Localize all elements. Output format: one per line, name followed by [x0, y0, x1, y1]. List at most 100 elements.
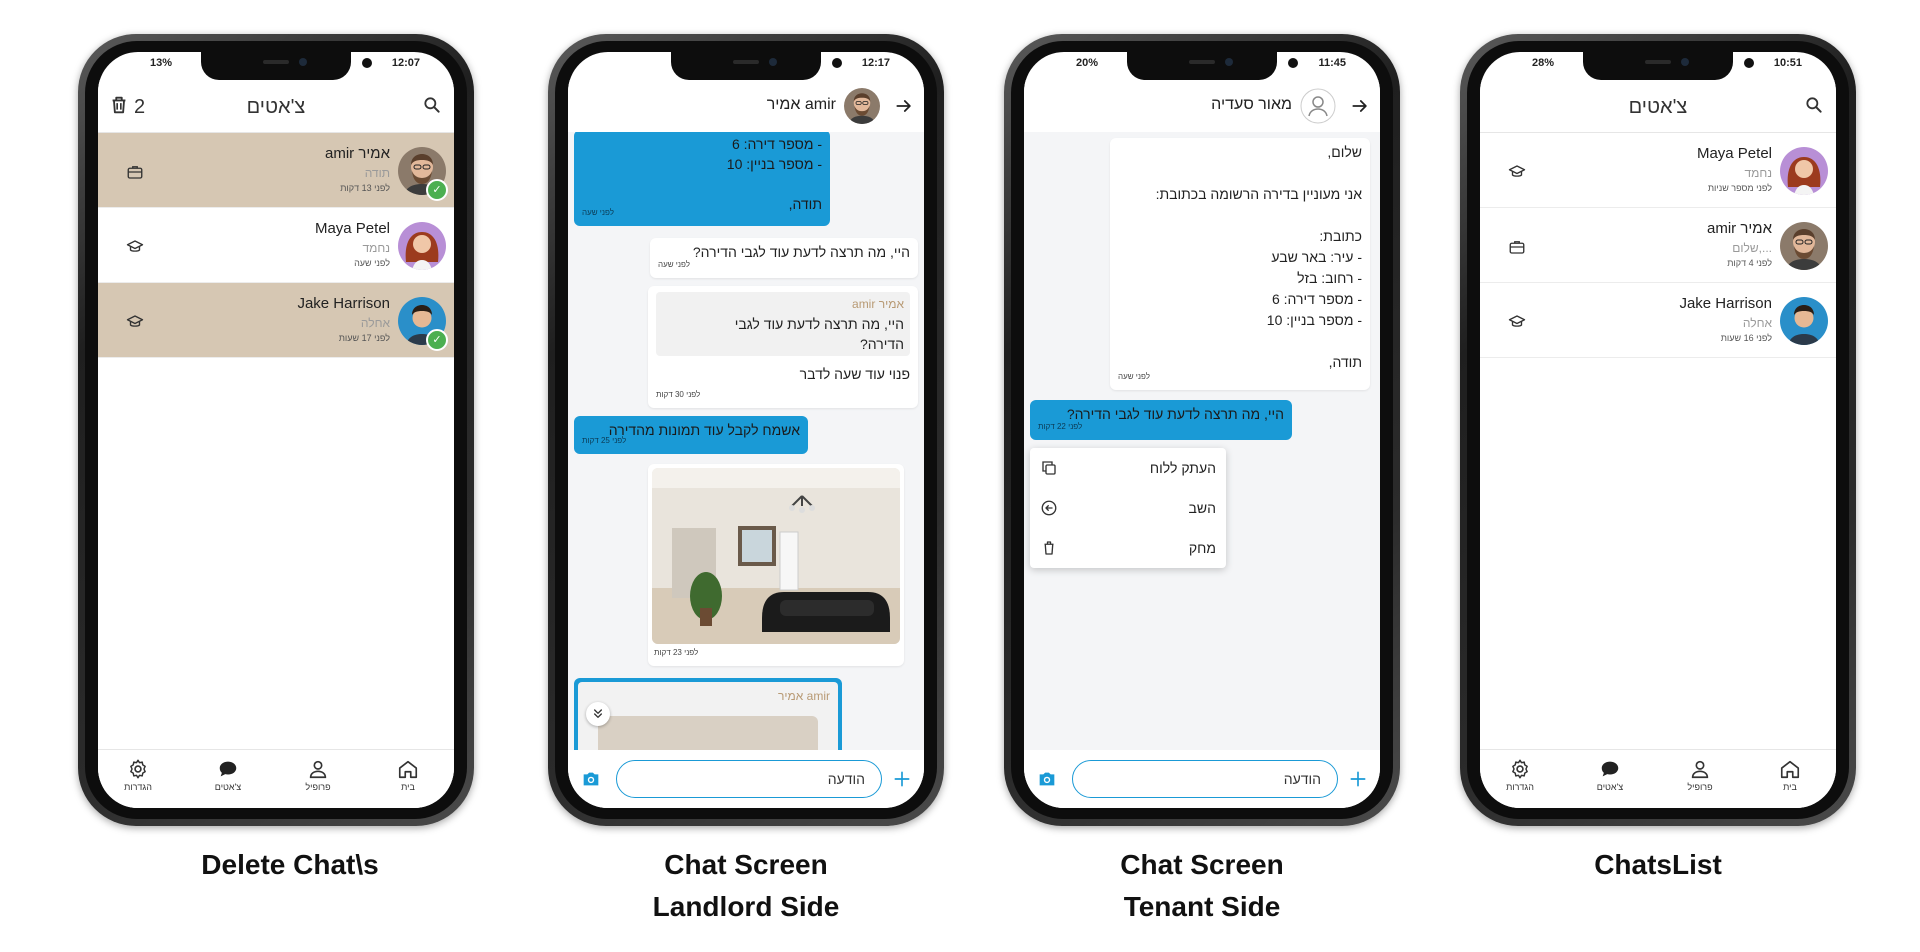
nav-settings[interactable]: הגדרות — [1490, 758, 1550, 792]
chat-name: Maya Petel — [314, 220, 390, 237]
arrow-right-icon[interactable] — [894, 96, 914, 121]
chat-name: amir אמיר — [1707, 220, 1772, 237]
camera-icon[interactable] — [580, 768, 602, 795]
default-avatar-icon[interactable] — [1300, 88, 1336, 124]
nav-chats[interactable]: צ'אטים — [1580, 758, 1640, 792]
caption-landlord: Chat Screen Landlord Side — [606, 844, 886, 928]
chat-name: Jake Harrison — [297, 295, 390, 312]
avatar — [1780, 297, 1828, 345]
chat-row-maya[interactable]: Maya Petel נחמד לפני שעה — [98, 208, 454, 283]
message-bubble[interactable]: אשמח לקבל עוד תמונות מהדירה לפני 25 דקות — [574, 416, 808, 454]
chat-preview: אחלה — [1742, 316, 1772, 330]
phone-frame: 12:17 amir אמיר - מספר דירה: 6 - מספר בנ… — [548, 34, 944, 826]
status-icon — [362, 58, 372, 68]
quoted-message[interactable]: אמיר amir היי, מה תרצה לדעת עוד לגבי הדי… — [656, 292, 910, 356]
chat-time: לפני שעה — [354, 258, 390, 268]
message-time: לפני שעה — [1118, 372, 1150, 381]
graduation-cap-icon — [126, 238, 144, 261]
image-message[interactable]: לפני 23 דקות — [648, 464, 904, 666]
chat-preview: שלום,... — [1732, 241, 1772, 255]
nav-label: פרופיל — [305, 782, 331, 792]
message-time: לפני 22 דקות — [1038, 422, 1083, 431]
chat-row-jake[interactable]: Jake Harrison אחלה לפני 17 שעות ✓ — [98, 283, 454, 358]
chat-row-amir[interactable]: amir אמיר תודה לפני 13 דקות ✓ — [98, 133, 454, 208]
quoted-message[interactable]: amir אמיר — [578, 682, 838, 750]
status-bar: 28% 10:51 — [1480, 52, 1836, 76]
message-input[interactable]: הודעה — [616, 760, 882, 798]
input-placeholder: הודעה — [827, 771, 865, 787]
plus-icon[interactable] — [1348, 769, 1368, 794]
menu-item-copy[interactable]: העתק ללוח — [1030, 448, 1226, 488]
nav-settings[interactable]: הגדרות — [108, 758, 168, 792]
message-bubble[interactable]: אמיר amir היי, מה תרצה לדעת עוד לגבי הדי… — [648, 286, 918, 408]
avatar — [398, 222, 446, 270]
app-bar: 2 צ'אטים — [98, 80, 454, 133]
scroll-down-button[interactable] — [586, 702, 610, 726]
nav-profile[interactable]: פרופיל — [288, 758, 348, 792]
home-icon — [397, 758, 419, 780]
nav-home[interactable]: בית — [378, 758, 438, 792]
message-list[interactable]: - מספר דירה: 6 - מספר בניין: 10 תודה, לפ… — [568, 132, 924, 750]
nav-home[interactable]: בית — [1760, 758, 1820, 792]
avatar — [1780, 222, 1828, 270]
camera-icon[interactable] — [1036, 768, 1058, 795]
apartment-photo[interactable] — [652, 468, 900, 644]
search-icon[interactable] — [422, 95, 442, 120]
nav-label: בית — [401, 782, 415, 792]
message-bubble[interactable]: שלום, אני מעוניין בדירה הרשומה בכתובת: כ… — [1110, 138, 1370, 390]
person-icon — [307, 758, 329, 780]
bottom-nav: הגדרות צ'אטים פרופיל בית — [1480, 749, 1836, 808]
menu-item-reply[interactable]: השב — [1030, 488, 1226, 528]
arrow-right-icon[interactable] — [1350, 96, 1370, 121]
nav-profile[interactable]: פרופיל — [1670, 758, 1730, 792]
briefcase-icon — [126, 163, 144, 186]
status-bar: 12:17 — [568, 52, 924, 76]
avatar[interactable] — [844, 88, 880, 124]
message-text: היי, מה תרצה לדעת עוד לגבי הדירה? — [692, 244, 910, 260]
message-list[interactable]: שלום, אני מעוניין בדירה הרשומה בכתובת: כ… — [1024, 132, 1380, 750]
search-icon[interactable] — [1804, 95, 1824, 120]
chat-partner-name: מאור סעדיה — [1211, 96, 1292, 113]
chat-preview: נחמד — [1744, 166, 1772, 180]
selected-check-icon: ✓ — [426, 179, 448, 201]
message-bubble[interactable]: היי, מה תרצה לדעת עוד לגבי הדירה? לפני ש… — [650, 238, 918, 278]
phone-delete-chats: 13% 12:07 2 צ'אטים amir אמיר תודה לפני 1… — [78, 34, 474, 826]
menu-item-delete[interactable]: מחק — [1030, 528, 1226, 568]
chat-name: Jake Harrison — [1679, 295, 1772, 312]
message-line — [1118, 331, 1362, 352]
page-title: צ'אטים — [1628, 96, 1688, 118]
status-time: 10:51 — [1773, 57, 1802, 69]
nav-label: פרופיל — [1687, 782, 1713, 792]
nav-label: בית — [1783, 782, 1797, 792]
caption-chats-list: ChatsList — [1518, 844, 1798, 886]
chat-row-amir[interactable]: amir אמיר שלום,... לפני 4 דקות — [1480, 208, 1836, 283]
message-input-bar: הודעה — [1024, 750, 1380, 808]
phone-screen: 12:17 amir אמיר - מספר דירה: 6 - מספר בנ… — [568, 52, 924, 808]
nav-label: הגדרות — [124, 782, 152, 792]
phone-frame: 28% 10:51 צ'אטים Maya Petel נחמד לפני מס… — [1460, 34, 1856, 826]
message-input[interactable]: הודעה — [1072, 760, 1338, 798]
message-line — [1118, 205, 1362, 226]
caption-text: Chat Screen — [1120, 849, 1284, 880]
chat-bubble-icon — [216, 758, 240, 780]
message-line: - מספר בניין: 10 — [726, 156, 822, 172]
message-line: - עיר: באר שבע — [1271, 249, 1362, 265]
message-time: לפני שעה — [658, 260, 690, 269]
message-bubble[interactable]: amir אמיר — [574, 678, 842, 750]
message-bubble-selected[interactable]: היי, מה תרצה לדעת עוד לגבי הדירה? לפני 2… — [1030, 400, 1292, 440]
status-icon — [832, 58, 842, 68]
status-bar: 13% 12:07 — [98, 52, 454, 76]
message-line: - מספר דירה: 6 — [1271, 291, 1362, 307]
nav-chats[interactable]: צ'אטים — [198, 758, 258, 792]
plus-icon[interactable] — [892, 769, 912, 794]
chat-partner-name: amir אמיר — [766, 96, 836, 113]
sender-name: אמיר amir — [852, 297, 904, 311]
caption-tenant: Chat Screen Tenant Side — [1062, 844, 1342, 928]
message-bubble[interactable]: - מספר דירה: 6 - מספר בניין: 10 תודה, לפ… — [574, 132, 830, 226]
phone-screen: 13% 12:07 2 צ'אטים amir אמיר תודה לפני 1… — [98, 52, 454, 808]
gear-icon — [1509, 758, 1531, 780]
chat-row-jake[interactable]: Jake Harrison אחלה לפני 16 שעות — [1480, 283, 1836, 358]
message-line — [1118, 163, 1362, 184]
caption-text: ChatsList — [1594, 849, 1722, 880]
chat-row-maya[interactable]: Maya Petel נחמד לפני מספר שניות — [1480, 133, 1836, 208]
